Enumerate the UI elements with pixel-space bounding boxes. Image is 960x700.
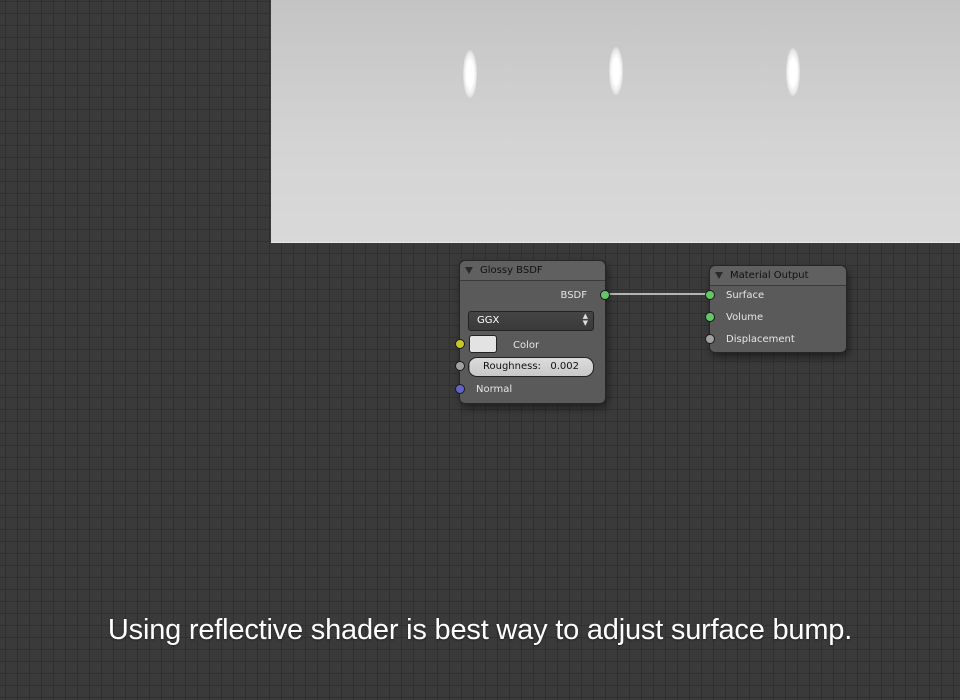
bsdf-output-socket[interactable] (600, 290, 610, 300)
distribution-dropdown[interactable]: GGX ▲ ▼ (468, 311, 594, 331)
caption-text: Using reflective shader is best way to a… (107, 614, 853, 646)
collapse-triangle-icon[interactable] (715, 272, 723, 279)
displacement-label: Displacement (726, 334, 795, 345)
surface-label: Surface (726, 290, 765, 301)
distribution-value: GGX (477, 315, 500, 326)
normal-label: Normal (476, 384, 513, 395)
color-input-socket[interactable] (455, 339, 465, 349)
up-down-arrows-icon: ▲ ▼ (582, 312, 588, 327)
surface-input-socket[interactable] (705, 290, 715, 300)
node-header[interactable]: Material Output (710, 266, 846, 286)
glossy-bsdf-node[interactable]: Glossy BSDF BSDF GGX ▲ ▼ Color Roughness:… (455, 260, 610, 404)
collapse-triangle-icon[interactable] (465, 267, 473, 274)
volume-input-socket[interactable] (705, 312, 715, 322)
bsdf-output-label: BSDF (560, 290, 587, 301)
render-preview (271, 0, 960, 243)
node-title: Material Output (730, 270, 809, 281)
roughness-input-socket[interactable] (455, 361, 465, 371)
roughness-value: 0.002 (550, 361, 579, 372)
color-swatch[interactable] (469, 335, 497, 353)
specular-highlight (786, 48, 800, 96)
displacement-input-socket[interactable] (705, 334, 715, 344)
material-output-node[interactable]: Material Output Surface Volume Displacem… (705, 265, 847, 353)
volume-label: Volume (726, 312, 764, 323)
roughness-slider[interactable]: Roughness: 0.002 (468, 357, 594, 377)
normal-input-socket[interactable] (455, 384, 465, 394)
node-header[interactable]: Glossy BSDF (460, 261, 605, 281)
node-editor-canvas[interactable]: Glossy BSDF BSDF GGX ▲ ▼ Color Roughness:… (0, 0, 960, 700)
roughness-label: Roughness: (483, 361, 541, 372)
specular-highlight (609, 47, 623, 95)
color-label: Color (513, 340, 540, 351)
specular-highlight (463, 50, 477, 98)
node-title: Glossy BSDF (480, 265, 543, 276)
